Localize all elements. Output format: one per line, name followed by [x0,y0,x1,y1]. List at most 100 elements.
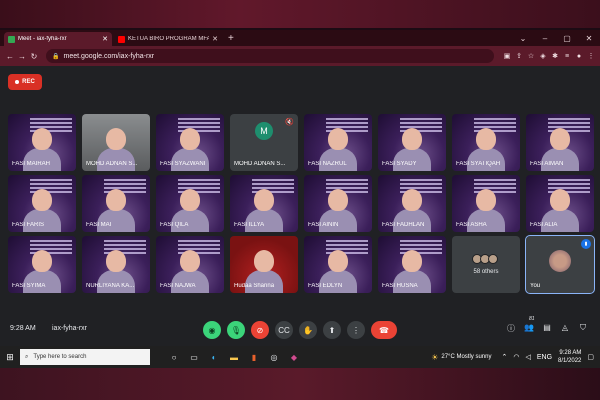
taskbar-search[interactable]: ⌕ Type here to search [20,349,150,365]
office-icon[interactable]: ▮ [244,353,264,362]
participant-tile[interactable]: FASI FARIS [8,175,76,232]
participant-tile[interactable]: FASI QILA [156,175,224,232]
participant-video-body [245,209,283,232]
close-window-icon[interactable]: ✕ [578,32,600,46]
windows-start-icon[interactable]: ⊞ [0,352,20,363]
address-bar[interactable]: 🔒 meet.google.com/iax-fyha-rxr [46,49,494,63]
volume-icon[interactable]: ◁ [525,353,530,361]
participant-tile[interactable]: FASI ILLYA [230,175,298,232]
participant-name: FASI AININ [308,222,339,228]
participant-video-body [393,148,431,171]
reading-list-icon[interactable]: ≡ [562,53,572,60]
tray-chevron-icon[interactable]: ⌃ [501,353,507,361]
chrome-icon[interactable]: ◎ [264,353,284,362]
youtube-favicon-icon [118,35,125,43]
present-icon[interactable]: ⬆ [323,321,341,339]
close-tab-icon[interactable]: ✕ [212,35,218,43]
weather-widget[interactable]: ☀ 27°C Mostly sunny [431,353,491,362]
record-dot-icon [15,80,20,84]
others-tile[interactable]: 58 others [452,236,520,293]
task-view-icon[interactable]: ○ [164,353,184,362]
chat-icon[interactable]: ▤ [538,323,556,334]
maximize-icon[interactable]: ▢ [556,32,578,46]
participant-video-face [106,128,126,150]
participant-name: FASI QILA [160,222,189,228]
participant-tile[interactable]: FASI EDLYN [304,236,372,293]
chevron-down-icon[interactable]: ⌄ [512,32,534,46]
share-icon[interactable]: ⇪ [514,52,524,60]
camera-off-icon[interactable]: ⊘ [251,321,269,339]
reload-icon[interactable]: ↻ [28,52,40,61]
desktop-background-top [0,0,600,28]
participant-name: FASI ILLYA [234,222,265,228]
participant-video-face [180,189,200,211]
file-explorer-icon[interactable]: ▬ [224,353,244,362]
menu-dots-icon[interactable]: ⋮ [586,52,596,60]
participant-video-face [328,250,348,272]
participant-tile[interactable]: FASI ASHA [452,175,520,232]
tab-youtube[interactable]: KETUA BIRO PROGRAM MFA 2022 ✕ [114,32,222,46]
participant-tile[interactable]: FASI SYAZWANI [156,114,224,171]
participant-video-face [328,189,348,211]
tab-label: KETUA BIRO PROGRAM MFA 2022 [128,36,210,42]
participant-tile[interactable]: M 🔇 MOHD ADNAN S... [230,114,298,171]
minimize-icon[interactable]: – [534,32,556,46]
bookmark-star-icon[interactable]: ☆ [526,52,536,60]
participant-video-body [541,148,579,171]
participant-video-face [32,128,52,150]
edge-icon[interactable]: ◐ [204,353,224,362]
participant-tile[interactable]: FASI SYADY [378,114,446,171]
participant-video-face [328,128,348,150]
camera-permission-icon[interactable]: ▣ [502,52,512,60]
participant-video-body [393,270,431,293]
mic-muted-icon: 🔇 [285,119,294,126]
puzzle-icon[interactable]: ✱ [550,52,560,60]
participant-video-face [402,250,422,272]
participant-tile[interactable]: Hudaa Sharina [230,236,298,293]
forward-icon[interactable]: → [16,52,28,61]
mic-icon[interactable]: 🎙 [227,321,245,339]
raise-hand-icon[interactable]: ✋ [299,321,317,339]
participant-name: FASI HUSNA [382,283,418,289]
participant-tile[interactable]: FASI NAZRUL [304,114,372,171]
participant-tile[interactable]: FASI ALIA [526,175,594,232]
participant-name: FASI SYAZWANI [160,161,206,167]
sound-icon[interactable]: ◉ [203,321,221,339]
participant-video-body [171,148,209,171]
participant-tile[interactable]: NURLIYANA KA... [82,236,150,293]
others-avatars [472,254,498,264]
participant-tile[interactable]: FASI SYATIQAH [452,114,520,171]
participant-tile[interactable]: FASI SYIMA [8,236,76,293]
people-icon[interactable]: 👥 81 [520,316,538,334]
new-tab-button[interactable]: + [228,32,234,46]
info-icon[interactable]: ⓘ [502,323,520,334]
participant-tile[interactable]: FASI MAI [82,175,150,232]
participant-tile[interactable]: FASI AIMAN [526,114,594,171]
activities-icon[interactable]: ◬ [556,323,574,334]
host-controls-icon[interactable]: ⛉ [574,323,592,334]
close-tab-icon[interactable]: ✕ [102,35,108,43]
participant-tile[interactable]: FASI AININ [304,175,372,232]
end-call-icon[interactable]: ☎ [371,321,397,339]
participant-video-body [319,270,357,293]
multitask-icon[interactable]: ▭ [184,353,204,362]
extension-icon[interactable]: ◈ [538,52,548,60]
participant-tile[interactable]: FASI FADHLAN [378,175,446,232]
participant-tile[interactable]: MOHD ADNAN S... [82,114,150,171]
participant-name: FASI MAI [86,222,112,228]
taskbar-clock[interactable]: 9:28 AM 8/1/2022 [558,349,581,365]
participant-name: FASI AIMAN [530,161,564,167]
participant-tile[interactable]: FASI MAIRAH [8,114,76,171]
wifi-icon[interactable]: ◠ [513,353,519,361]
participant-tile[interactable]: FASI NAJWA [156,236,224,293]
self-view-tile[interactable]: ▮ You [525,235,595,294]
back-icon[interactable]: ← [4,52,16,61]
media-icon[interactable]: ◆ [284,353,304,362]
more-options-icon[interactable]: ⋮ [347,321,365,339]
profile-icon[interactable]: ● [574,53,584,60]
tab-meet[interactable]: Meet - iax-fyha-rxr ✕ [4,32,112,46]
notifications-icon[interactable]: ▢ [587,353,594,361]
language-indicator[interactable]: ENG [537,354,552,361]
captions-icon[interactable]: CC [275,321,293,339]
participant-tile[interactable]: FASI HUSNA [378,236,446,293]
